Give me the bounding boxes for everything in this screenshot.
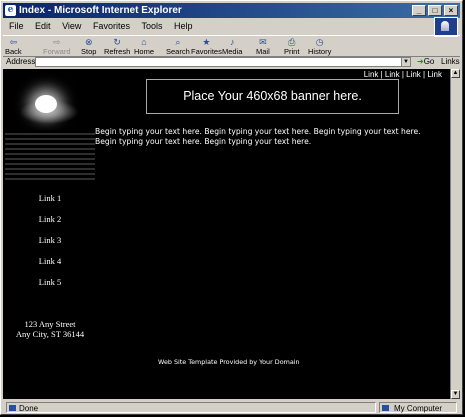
minimize-button[interactable]: _ [412, 5, 426, 16]
menu-favorites[interactable]: Favorites [93, 21, 130, 31]
menu-tools[interactable]: Tools [141, 21, 162, 31]
address-bar: Address ▼ ➜Go Links [3, 56, 460, 68]
forward-arrow-icon: ⇨ [52, 37, 61, 47]
address-line-1: 123 Any Street [24, 319, 76, 329]
menu-file[interactable]: File [9, 21, 24, 31]
status-text: Done [19, 404, 39, 413]
toolbar-label: Home [134, 47, 155, 56]
go-arrow-icon: ➜ [417, 57, 424, 66]
home-icon: ⌂ [141, 37, 147, 47]
toolbar-search-button[interactable]: ⌕ Search [166, 37, 190, 56]
side-link-3[interactable]: Link 3 [5, 235, 95, 256]
print-icon: ⎙ [288, 37, 296, 47]
toolbar-label: Refresh [104, 47, 131, 56]
toolbar-label: Forward [43, 47, 71, 56]
history-icon: ◷ [315, 37, 324, 47]
toolbar-history-button[interactable]: ◷ History [308, 37, 331, 56]
status-zone-pane: My Computer [379, 402, 457, 413]
toolbar-stop-button[interactable]: ⊗ Stop [81, 37, 96, 56]
toolbar-forward-button[interactable]: ⇨ Forward [43, 37, 71, 56]
street-address: 123 Any Street Any City, ST 36144 [5, 319, 95, 339]
title-bar[interactable]: e Index - Microsoft Internet Explorer _ … [3, 3, 460, 18]
media-icon: ♪ [229, 37, 235, 47]
address-dropdown-icon[interactable]: ▼ [401, 57, 411, 67]
stop-icon: ⊗ [84, 37, 93, 47]
browser-window: e Index - Microsoft Internet Explorer _ … [0, 0, 463, 415]
scroll-up-icon[interactable]: ▲ [451, 69, 460, 78]
body-text: Begin typing your text here. Begin typin… [95, 127, 421, 146]
maximize-button[interactable]: □ [428, 5, 442, 16]
toolbar-label: Stop [81, 47, 97, 56]
go-label: Go [423, 57, 435, 66]
moon-over-water-image [5, 78, 95, 192]
close-button[interactable]: × [444, 5, 458, 16]
toolbar-favorites-button[interactable]: ★ Favorites [191, 37, 222, 56]
toolbar-label: Mail [256, 47, 270, 56]
side-link-4[interactable]: Link 4 [5, 256, 95, 277]
toolbar-label: Search [166, 47, 190, 56]
top-nav-links[interactable]: Link | Link | Link | Link [364, 70, 442, 79]
links-button[interactable]: Links [441, 56, 460, 68]
toolbar-label: Favorites [191, 47, 222, 56]
menu-edit[interactable]: Edit [35, 21, 51, 31]
computer-icon [382, 405, 389, 411]
toolbar-back-button[interactable]: ⇦ Back [5, 37, 22, 56]
page-viewport: Link | Link | Link | Link Place Your 460… [3, 69, 450, 399]
ie-logo-icon: e [5, 5, 16, 16]
menu-view[interactable]: View [62, 21, 81, 31]
back-arrow-icon: ⇦ [9, 37, 18, 47]
vertical-scrollbar[interactable]: ▲ ▼ [450, 69, 460, 399]
windows-logo-icon [434, 17, 458, 37]
side-link-1[interactable]: Link 1 [5, 193, 95, 214]
status-left-pane: Done [6, 402, 376, 413]
address-input[interactable] [35, 57, 411, 67]
page-done-icon [9, 405, 16, 411]
toolbar-label: Back [5, 47, 22, 56]
side-link-2[interactable]: Link 2 [5, 214, 95, 235]
toolbar-print-button[interactable]: ⎙ Print [284, 37, 299, 56]
toolbar-label: Print [284, 47, 300, 56]
menu-bar: File Edit View Favorites Tools Help [3, 19, 460, 34]
scroll-down-icon[interactable]: ▼ [451, 390, 460, 399]
address-label: Address [6, 57, 36, 66]
toolbar-mail-button[interactable]: ✉ Mail [256, 37, 270, 56]
mail-icon: ✉ [259, 37, 267, 47]
toolbar: ⇦ Back ⇨ Forward ⊗ Stop ↻ Refresh ⌂ Home ⌕ Search ★ F… [3, 35, 460, 57]
window-title: Index - Microsoft Internet Explorer [19, 5, 182, 16]
toolbar-label: History [308, 47, 332, 56]
refresh-icon: ↻ [113, 37, 121, 47]
address-line-2: Any City, ST 36144 [15, 329, 85, 339]
toolbar-media-button[interactable]: ♪ Media [222, 37, 242, 56]
menu-help[interactable]: Help [174, 21, 193, 31]
side-link-5[interactable]: Link 5 [5, 277, 95, 298]
status-bar: Done My Computer [3, 402, 460, 414]
toolbar-home-button[interactable]: ⌂ Home [134, 37, 154, 56]
toolbar-refresh-button[interactable]: ↻ Refresh [104, 37, 130, 56]
toolbar-label: Media [222, 47, 243, 56]
zone-text: My Computer [394, 404, 443, 413]
go-button[interactable]: ➜Go [417, 56, 434, 68]
favorites-icon: ★ [202, 37, 211, 47]
banner-placeholder: Place Your 460x68 banner here. [146, 79, 399, 114]
side-nav: Link 1 Link 2 Link 3 Link 4 Link 5 [5, 193, 95, 298]
search-icon: ⌕ [175, 37, 181, 47]
footer-credit: Web Site Template Provided by Your Domai… [158, 358, 300, 366]
